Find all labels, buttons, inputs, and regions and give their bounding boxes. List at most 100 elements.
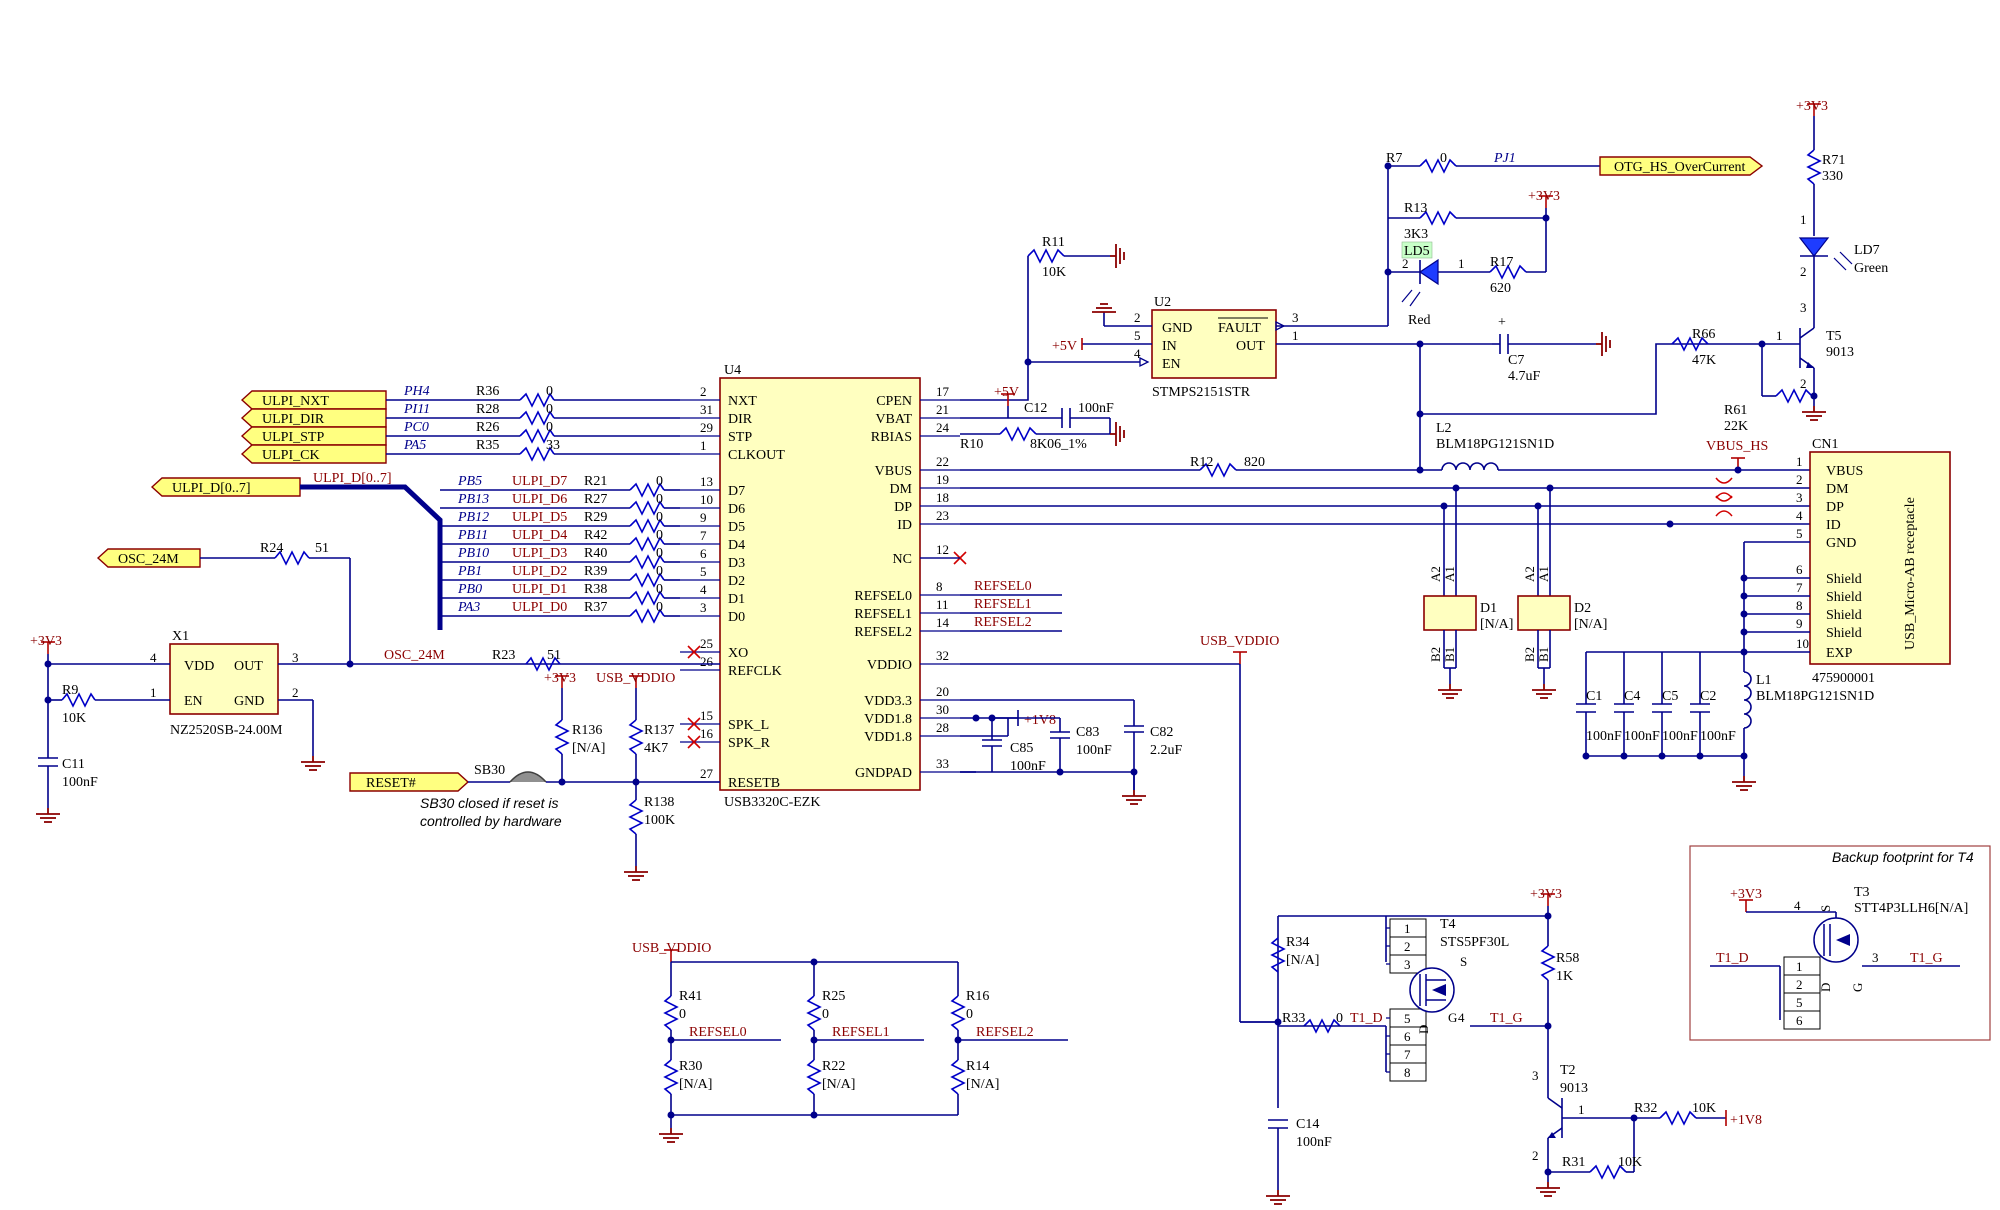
x1-part: NZ2520SB-24.00M bbox=[170, 723, 283, 738]
ulpi-data-net: ULPI_D7 bbox=[512, 474, 567, 489]
t4-pin-number: 2 bbox=[1404, 939, 1411, 954]
cn1-pin-name: GND bbox=[1826, 536, 1856, 551]
cn1-pin-number: 6 bbox=[1796, 562, 1803, 577]
ulpi-data-res-ref: R29 bbox=[584, 510, 607, 525]
u4-refsel2-net: REFSEL2 bbox=[974, 615, 1032, 630]
u4-pin-number: 29 bbox=[700, 420, 713, 435]
t4-pin-number: 8 bbox=[1404, 1065, 1411, 1080]
r32-ref: R32 bbox=[1634, 1101, 1657, 1116]
r9-value: 10K bbox=[62, 711, 86, 726]
c7-value: 4.7uF bbox=[1508, 369, 1541, 384]
u4-pin-name: REFSEL0 bbox=[854, 589, 912, 604]
u4-pin-name: CPEN bbox=[876, 394, 912, 409]
ulpi-bus-label: ULPI_D[0..7] bbox=[313, 471, 392, 486]
cn1-cap-value: 100nF bbox=[1586, 729, 1622, 744]
u4-pin-number: 28 bbox=[936, 720, 949, 735]
sb30-jumper[interactable] bbox=[509, 771, 547, 783]
r32-value: 10K bbox=[1692, 1101, 1716, 1116]
r23-ref: R23 bbox=[492, 648, 515, 663]
u4-pin-number: 20 bbox=[936, 684, 949, 699]
cn1-title: USB_Micro-AB receptacle bbox=[1903, 497, 1918, 650]
u4-pin-name: RESETB bbox=[728, 776, 780, 791]
u4-pin-name: NXT bbox=[728, 394, 757, 409]
cn1-cap-ref: C1 bbox=[1586, 689, 1602, 704]
r10-value: 8K06_1% bbox=[1030, 437, 1087, 452]
backup-title: Backup footprint for T4 bbox=[1832, 849, 1974, 865]
ulpi-data-res-ref: R37 bbox=[584, 600, 607, 615]
u4-pin-number: 32 bbox=[936, 648, 949, 663]
r66-ref: R66 bbox=[1692, 327, 1715, 342]
ulpi-data-pin: PB1 bbox=[457, 564, 482, 579]
x1-pin4: 4 bbox=[150, 650, 157, 665]
u4-pin-number: 13 bbox=[700, 474, 713, 489]
ulpi-res-ref: R35 bbox=[476, 438, 499, 453]
d1-b2: B2 bbox=[1428, 647, 1443, 662]
r17-value: 620 bbox=[1490, 281, 1511, 296]
u4-pin-name: VDD1.8 bbox=[864, 730, 912, 745]
u4-pin-name: VBAT bbox=[875, 412, 912, 427]
ulpi-data-pin: PB12 bbox=[457, 510, 489, 525]
r11-ref: R11 bbox=[1042, 235, 1065, 250]
c83-ref: C83 bbox=[1076, 725, 1099, 740]
u2-in: IN bbox=[1162, 339, 1177, 354]
u2-pin1: 1 bbox=[1292, 328, 1299, 343]
t4-pin-number: 5 bbox=[1404, 1011, 1411, 1026]
l1-ref: L1 bbox=[1756, 673, 1772, 688]
u4-pin-name: CLKOUT bbox=[728, 448, 785, 463]
t4-s: S bbox=[1460, 954, 1467, 969]
r61-ref: R61 bbox=[1724, 403, 1747, 418]
r58-ref: R58 bbox=[1556, 951, 1579, 966]
t5-pin2: 2 bbox=[1800, 376, 1807, 391]
t4-part: STS5PF30L bbox=[1440, 935, 1509, 950]
cn1-pin-number: 3 bbox=[1796, 490, 1803, 505]
d2-body bbox=[1517, 595, 1571, 631]
ld7-t5-section: +3V3 R71 330 1 2 LD7 Green 3 2 T5 9013 1… bbox=[1671, 99, 1888, 434]
ld5-led bbox=[1418, 258, 1439, 286]
ulpi-port-label: ULPI_CK bbox=[262, 448, 320, 463]
u4-pin-name: SPK_R bbox=[728, 736, 771, 751]
l2-part: BLM18PG121SN1D bbox=[1436, 437, 1554, 452]
u4-pin-name: DM bbox=[889, 482, 912, 497]
t4-pin-number: 6 bbox=[1404, 1029, 1411, 1044]
t4-pin-number: 7 bbox=[1404, 1047, 1411, 1062]
u4-pin-name: VDD1.8 bbox=[864, 712, 912, 727]
refsel-columns: REFSEL0 R41 0 R30 [N/A] REFSEL1 R25 0 R22 [N/A] RE… bbox=[663, 962, 1068, 1115]
u4-pin-number: 22 bbox=[936, 454, 949, 469]
t4-pin4: 4 bbox=[1458, 1010, 1465, 1025]
refsel-bot-ref: R14 bbox=[966, 1059, 989, 1074]
u2-gnd: GND bbox=[1162, 321, 1192, 336]
refsel-bot-value: [N/A] bbox=[679, 1077, 712, 1092]
r137-value: 4K7 bbox=[644, 741, 668, 756]
t3-pin-number: 5 bbox=[1796, 995, 1803, 1010]
t4-t1d-label: T1_D bbox=[1350, 1011, 1383, 1026]
ulpi-data-res-value: 0 bbox=[656, 492, 663, 507]
c14-ref: C14 bbox=[1296, 1117, 1319, 1132]
osc-net-label: OSC_24M bbox=[384, 648, 445, 663]
r9-ref: R9 bbox=[62, 683, 78, 698]
u2-stmps2151: U2 STMPS2151STR GND IN EN FAULT OUT 2 +5… bbox=[1052, 295, 1492, 400]
cn1-part: 475900001 bbox=[1812, 671, 1875, 686]
ulpi-data-port-label: ULPI_D[0..7] bbox=[172, 481, 251, 496]
ulpi-control-signals: ULPI_NXT PH4 R36 0 ULPI_DIR PI11 R28 0 ULPI_STP P… bbox=[240, 384, 680, 464]
ld5-pin1: 1 bbox=[1458, 256, 1465, 271]
cn1-cap-ref: C5 bbox=[1662, 689, 1678, 704]
u4-pin-number: 27 bbox=[700, 766, 714, 781]
vddio-net-label: USB_VDDIO bbox=[1200, 634, 1279, 649]
u4-refsel1-net: REFSEL1 bbox=[974, 597, 1032, 612]
u4-pin-name: D4 bbox=[728, 538, 745, 553]
u4-pin-number: 17 bbox=[936, 384, 950, 399]
d1-a2: A2 bbox=[1428, 566, 1443, 582]
cn1-pin-number: 7 bbox=[1796, 580, 1803, 595]
u4-pin-number: 7 bbox=[700, 528, 707, 543]
u4-part: USB3320C-EZK bbox=[724, 795, 820, 810]
refsel-net: REFSEL0 bbox=[689, 1025, 747, 1040]
ulpi-res-value: 0 bbox=[546, 384, 553, 399]
c11-value: 100nF bbox=[62, 775, 98, 790]
cn1-pin-number: 9 bbox=[1796, 616, 1803, 631]
vdd18-1v8-label: +1V8 bbox=[1024, 713, 1056, 728]
cn1-cap-ref: C4 bbox=[1624, 689, 1640, 704]
ulpi-port-label: ULPI_STP bbox=[262, 430, 324, 445]
cn1-pin-number: 4 bbox=[1796, 508, 1803, 523]
u4-pin-number: 16 bbox=[700, 726, 714, 741]
r33-ref: R33 bbox=[1282, 1011, 1305, 1026]
